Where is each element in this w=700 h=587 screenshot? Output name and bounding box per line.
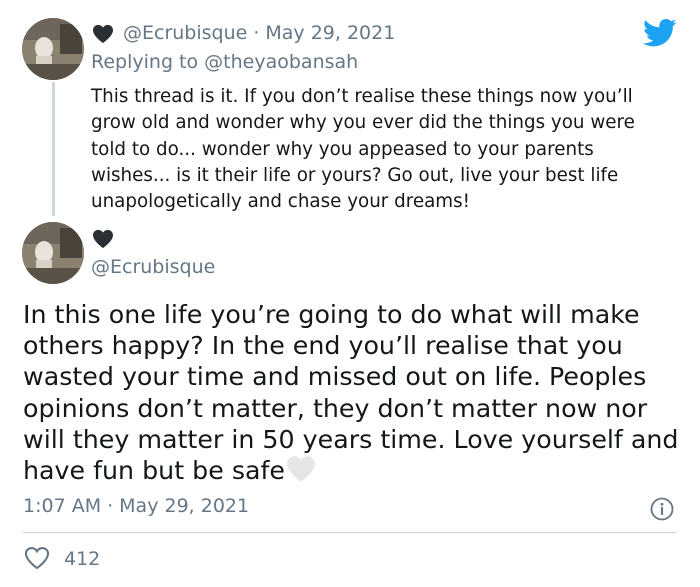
- meta-separator: ·: [107, 495, 114, 517]
- replying-prefix: Replying to: [91, 51, 199, 73]
- reply-tweet-text: This thread is it. If you don’t realise …: [91, 86, 635, 213]
- tweet-timestamp[interactable]: 1:07 AM · May 29, 2021: [23, 495, 249, 517]
- replying-to-mention[interactable]: @theyaobansah: [204, 51, 358, 73]
- thread-line: [52, 82, 55, 216]
- avatar-reply[interactable]: [22, 18, 84, 80]
- tweet-time: 1:07 AM: [23, 495, 102, 517]
- twitter-bird-icon[interactable]: [643, 18, 677, 48]
- replying-to: Replying to @theyaobansah: [91, 51, 358, 73]
- author-handle[interactable]: @Ecrubisque: [123, 22, 247, 44]
- like-count: 412: [64, 548, 101, 570]
- white-heart-icon: [287, 456, 315, 482]
- avatar-main[interactable]: [22, 222, 84, 284]
- author-handle[interactable]: @Ecrubisque: [91, 256, 215, 278]
- black-heart-icon: [93, 229, 113, 249]
- tweet-date: May 29, 2021: [119, 495, 250, 517]
- tweet-date[interactable]: May 29, 2021: [265, 22, 395, 44]
- meta-separator: ·: [253, 22, 260, 44]
- main-tweet-text: In this one life you’re going to do what…: [23, 299, 683, 486]
- reply-tweet-meta: @Ecrubisque · May 29, 2021: [123, 22, 395, 44]
- divider: [23, 532, 677, 533]
- info-icon[interactable]: [650, 497, 674, 521]
- heart-outline-icon[interactable]: [24, 546, 50, 570]
- black-heart-icon: [93, 24, 113, 44]
- main-tweet-body: In this one life you’re going to do what…: [23, 300, 679, 486]
